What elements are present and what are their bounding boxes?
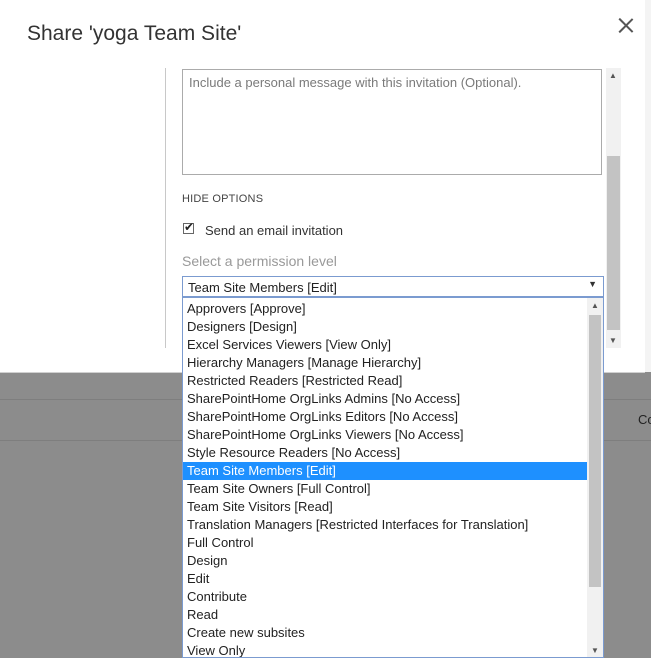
chevron-down-icon: ▼	[588, 279, 597, 289]
permission-option[interactable]: Hierarchy Managers [Manage Hierarchy]	[183, 354, 587, 372]
permission-level-select[interactable]: Team Site Members [Edit] ▼	[182, 276, 604, 297]
permission-option[interactable]: SharePointHome OrgLinks Editors [No Acce…	[183, 408, 587, 426]
permission-option[interactable]: View Only	[183, 642, 587, 657]
permission-level-label: Select a permission level	[182, 253, 337, 269]
permission-selected-value: Team Site Members [Edit]	[188, 280, 337, 295]
permission-option[interactable]: Style Resource Readers [No Access]	[183, 444, 587, 462]
permission-option[interactable]: SharePointHome OrgLinks Admins [No Acces…	[183, 390, 587, 408]
permission-option[interactable]: Team Site Owners [Full Control]	[183, 480, 587, 498]
dialog-title: Share 'yoga Team Site'	[27, 22, 242, 45]
personal-message-input[interactable]	[182, 69, 602, 175]
scroll-down-icon[interactable]: ▼	[609, 336, 617, 345]
scrollbar-thumb[interactable]	[589, 315, 601, 587]
scroll-up-icon[interactable]: ▲	[609, 71, 617, 80]
scrollbar-thumb[interactable]	[607, 156, 620, 330]
dropdown-scrollbar[interactable]: ▲ ▼	[587, 298, 603, 657]
backdrop-partial-text: Co	[638, 412, 651, 427]
permission-option[interactable]: Create new subsites	[183, 624, 587, 642]
hide-options-link[interactable]: HIDE OPTIONS	[182, 193, 263, 205]
column-divider	[165, 68, 166, 348]
dialog-scrollbar[interactable]: ▲ ▼	[606, 68, 621, 348]
checkmark-icon: ✔	[184, 220, 195, 234]
close-icon[interactable]	[614, 14, 638, 38]
permission-option[interactable]: Team Site Members [Edit]	[183, 462, 587, 480]
permission-option[interactable]: Restricted Readers [Restricted Read]	[183, 372, 587, 390]
permission-option[interactable]: SharePointHome OrgLinks Viewers [No Acce…	[183, 426, 587, 444]
send-email-checkbox[interactable]: ✔	[183, 220, 195, 234]
permission-option[interactable]: Contribute	[183, 588, 587, 606]
scroll-up-icon[interactable]: ▲	[591, 301, 599, 310]
permission-option[interactable]: Excel Services Viewers [View Only]	[183, 336, 587, 354]
permission-option[interactable]: Read	[183, 606, 587, 624]
send-email-label: Send an email invitation	[205, 223, 344, 238]
permission-dropdown-list: Approvers [Approve] Designers [Design] Exc…	[182, 297, 604, 658]
permission-option[interactable]: Team Site Visitors [Read]	[183, 498, 587, 516]
permission-option[interactable]: Design	[183, 552, 587, 570]
scroll-down-icon[interactable]: ▼	[591, 646, 599, 655]
permission-option[interactable]: Translation Managers [Restricted Interfa…	[183, 516, 587, 534]
permission-option[interactable]: Approvers [Approve]	[183, 300, 587, 318]
permission-option[interactable]: Designers [Design]	[183, 318, 587, 336]
page-edge-strip	[645, 0, 651, 372]
permission-option[interactable]: Full Control	[183, 534, 587, 552]
permission-option[interactable]: Edit	[183, 570, 587, 588]
